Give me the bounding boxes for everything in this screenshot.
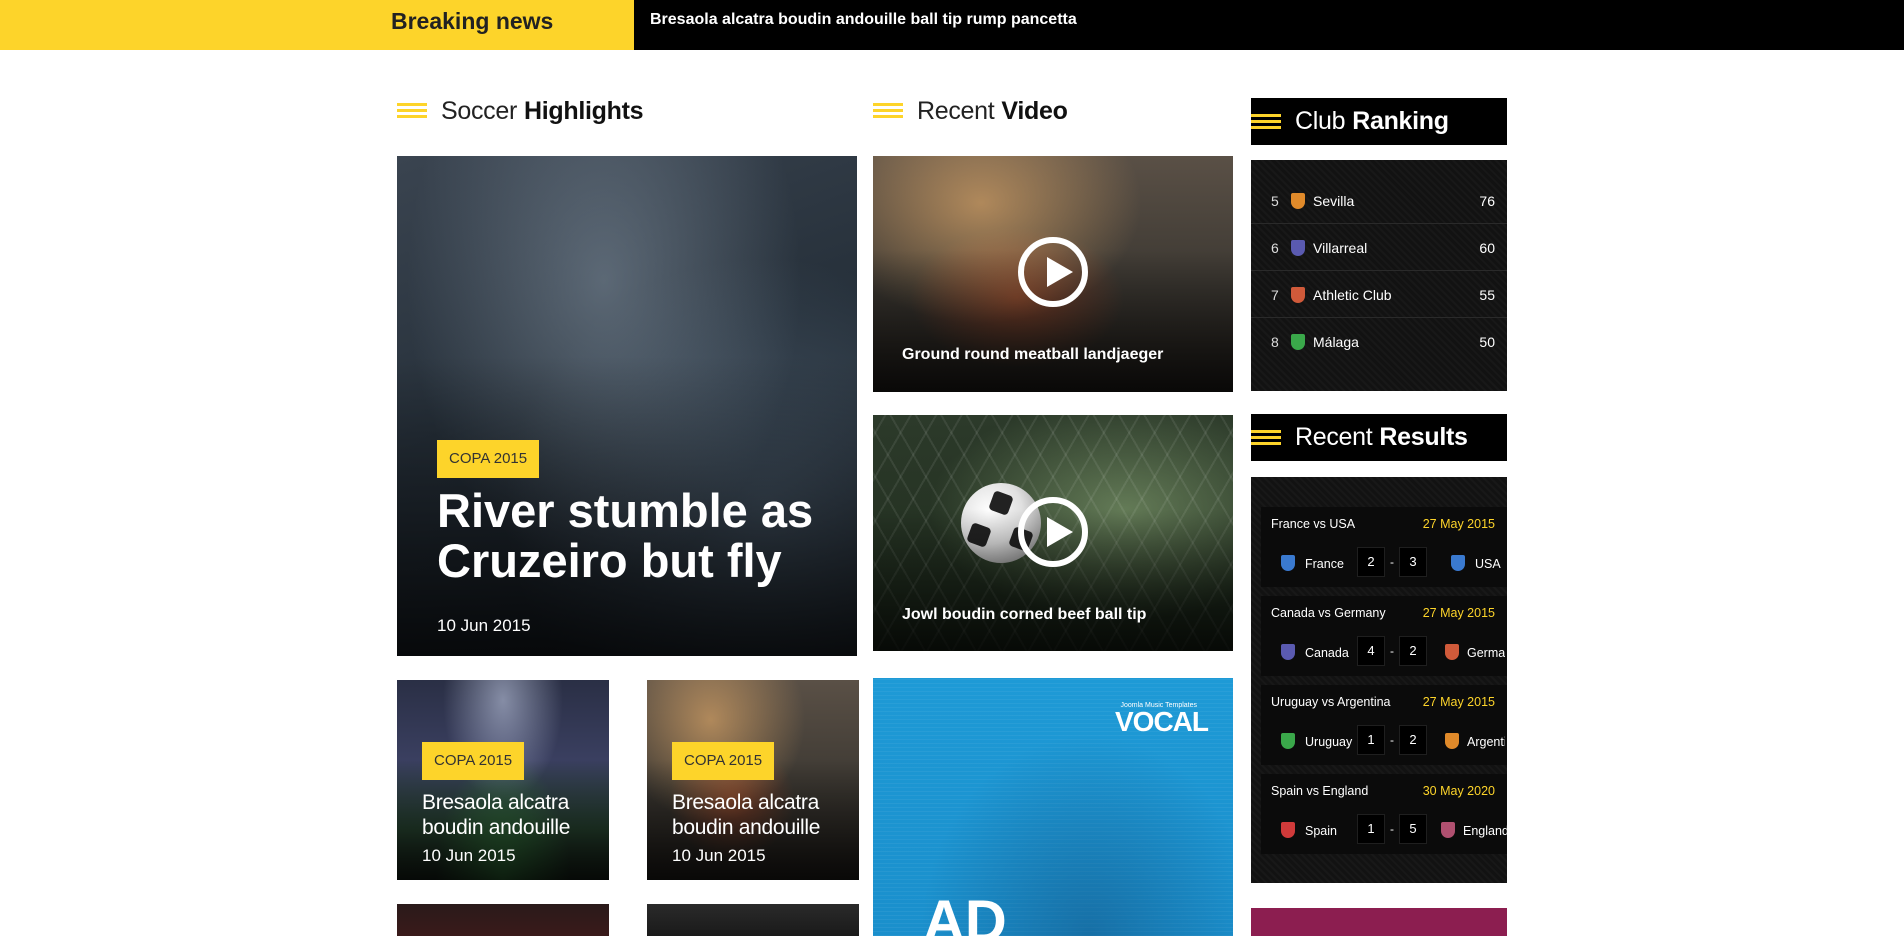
highlight-main-title[interactable]: River stumble as Cruzeiro but fly <box>437 486 837 586</box>
highlight-main-card[interactable]: COPA 2015 River stumble as Cruzeiro but … <box>397 156 857 656</box>
ranking-row[interactable]: 7 Athletic Club 55 <box>1251 272 1507 318</box>
highlight-small-card[interactable] <box>647 904 859 936</box>
highlight-small-card[interactable]: COPA 2015 Bresaola alcatra boudin andoui… <box>397 680 609 880</box>
result-home-team: Spain <box>1305 824 1337 838</box>
highlight-small-title[interactable]: Bresaola alcatra boudin andouille <box>672 790 852 840</box>
advertisement-banner[interactable]: Joomla Music Templates VOCAL AD <box>873 678 1233 936</box>
menu-bars-icon <box>873 102 903 120</box>
team-crest-icon <box>1281 644 1295 660</box>
ranking-position: 7 <box>1271 287 1279 303</box>
club-ranking-panel: 5 Sevilla 76 6 Villarreal 60 7 Athletic … <box>1251 160 1507 391</box>
result-date: 30 May 2020 <box>1422 784 1495 798</box>
result-home-team: France <box>1305 557 1344 571</box>
promo-banner[interactable] <box>1251 908 1507 936</box>
highlight-small-date: 10 Jun 2015 <box>422 846 516 865</box>
ranking-position: 6 <box>1271 240 1279 256</box>
menu-bars-icon <box>1251 113 1281 131</box>
play-icon[interactable] <box>1018 237 1088 307</box>
team-crest-icon <box>1441 822 1455 838</box>
highlight-small-card[interactable]: COPA 2015 Bresaola alcatra boudin andoui… <box>647 680 859 880</box>
result-away-team: England <box>1463 824 1507 838</box>
result-title[interactable]: France vs USA <box>1271 517 1355 531</box>
result-home-score: 2 <box>1357 547 1385 577</box>
highlight-main-date: 10 Jun 2015 <box>437 616 531 635</box>
result-home-team: Canada <box>1305 646 1349 660</box>
ranking-points: 50 <box>1479 334 1495 350</box>
result-home-score: 1 <box>1357 814 1385 844</box>
result-away-team: USA <box>1475 557 1501 571</box>
section-title-club-ranking: Club Ranking <box>1251 98 1507 145</box>
result-away-score: 2 <box>1399 636 1427 666</box>
result-home-team: Uruguay <box>1305 735 1353 749</box>
result-title[interactable]: Spain vs England <box>1271 784 1368 798</box>
result-away-team: German <box>1467 646 1505 660</box>
team-crest-icon <box>1445 644 1459 660</box>
result-away-score: 3 <box>1399 547 1427 577</box>
section-title-recent-results: Recent Results <box>1251 414 1507 461</box>
score-separator: - <box>1390 733 1394 747</box>
result-item[interactable]: France vs USA 27 May 2015 France 2 - 3 U… <box>1261 507 1507 587</box>
section-title-recent-video: Recent Video <box>873 91 1068 131</box>
section-title-soccer-highlights: Soccer Highlights <box>397 91 644 131</box>
video-title[interactable]: Jowl boudin corned beef ball tip <box>902 606 1222 624</box>
team-crest-icon <box>1281 555 1295 571</box>
category-tag[interactable]: COPA 2015 <box>422 742 525 780</box>
ranking-position: 5 <box>1271 193 1279 209</box>
play-icon[interactable] <box>1018 497 1088 567</box>
team-crest-icon <box>1281 822 1295 838</box>
highlight-small-title[interactable]: Bresaola alcatra boudin andouille <box>422 790 602 840</box>
result-item[interactable]: Canada vs Germany 27 May 2015 Canada 4 -… <box>1261 596 1507 676</box>
result-date: 27 May 2015 <box>1422 606 1495 620</box>
result-date: 27 May 2015 <box>1422 517 1495 531</box>
team-crest-icon <box>1445 733 1459 749</box>
ranking-points: 60 <box>1479 240 1495 256</box>
breaking-news-label-box: Breaking news <box>0 0 634 50</box>
score-separator: - <box>1390 555 1394 569</box>
club-crest-icon <box>1291 334 1305 350</box>
result-away-score: 2 <box>1399 725 1427 755</box>
video-card[interactable]: Jowl boudin corned beef ball tip <box>873 415 1233 651</box>
score-separator: - <box>1390 644 1394 658</box>
recent-results-panel: France vs USA 27 May 2015 France 2 - 3 U… <box>1251 477 1507 883</box>
ranking-position: 8 <box>1271 334 1279 350</box>
result-item[interactable]: Uruguay vs Argentina 27 May 2015 Uruguay… <box>1261 685 1507 765</box>
ranking-row[interactable]: 6 Villarreal 60 <box>1251 225 1507 271</box>
club-crest-icon <box>1291 287 1305 303</box>
result-item[interactable]: Spain vs England 30 May 2020 Spain 1 - 5… <box>1261 774 1507 854</box>
ranking-points: 55 <box>1479 287 1495 303</box>
score-separator: - <box>1390 822 1394 836</box>
video-title[interactable]: Ground round meatball landjaeger <box>902 346 1222 364</box>
result-title[interactable]: Uruguay vs Argentina <box>1271 695 1391 709</box>
breaking-news-headline[interactable]: Bresaola alcatra boudin andouille ball t… <box>650 11 1077 29</box>
menu-bars-icon <box>397 102 427 120</box>
category-tag[interactable]: COPA 2015 <box>437 440 540 478</box>
menu-bars-icon <box>1251 429 1281 447</box>
ranking-row[interactable]: 8 Málaga 50 <box>1251 319 1507 365</box>
result-away-score: 5 <box>1399 814 1427 844</box>
ranking-row[interactable]: 5 Sevilla 76 <box>1251 178 1507 224</box>
result-title[interactable]: Canada vs Germany <box>1271 606 1386 620</box>
club-crest-icon <box>1291 240 1305 256</box>
result-date: 27 May 2015 <box>1422 695 1495 709</box>
breaking-news-label: Breaking news <box>391 8 554 34</box>
ranking-team[interactable]: Sevilla <box>1313 193 1354 209</box>
breaking-news-bar: Breaking news Bresaola alcatra boudin an… <box>0 0 1904 50</box>
team-crest-icon <box>1281 733 1295 749</box>
ad-label: AD <box>923 889 1007 936</box>
club-crest-icon <box>1291 193 1305 209</box>
category-tag[interactable]: COPA 2015 <box>672 742 775 780</box>
result-home-score: 1 <box>1357 725 1385 755</box>
ranking-team[interactable]: Athletic Club <box>1313 287 1392 303</box>
result-home-score: 4 <box>1357 636 1385 666</box>
ad-brand-logo: VOCAL <box>1115 706 1209 737</box>
video-card[interactable]: Ground round meatball landjaeger <box>873 156 1233 392</box>
team-crest-icon <box>1451 555 1465 571</box>
highlight-small-card[interactable] <box>397 904 609 936</box>
ranking-points: 76 <box>1479 193 1495 209</box>
result-away-team: Argentin <box>1467 735 1505 749</box>
page: Breaking news Bresaola alcatra boudin an… <box>0 0 1904 936</box>
ranking-team[interactable]: Villarreal <box>1313 240 1367 256</box>
highlight-small-date: 10 Jun 2015 <box>672 846 766 865</box>
ranking-team[interactable]: Málaga <box>1313 334 1359 350</box>
